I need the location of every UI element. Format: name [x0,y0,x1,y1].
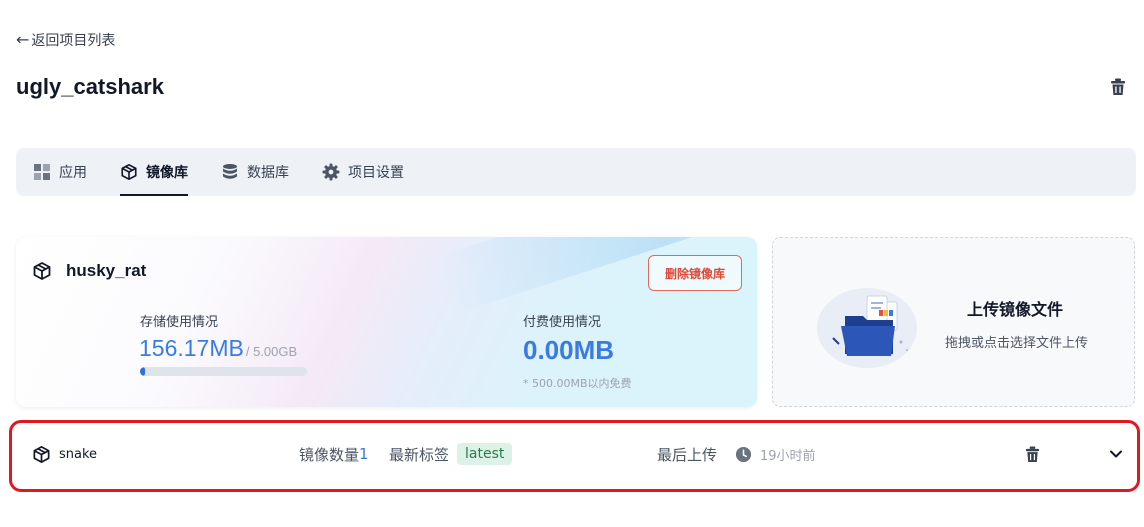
grid-icon [34,164,50,180]
database-icon [223,164,237,179]
registry-name: husky_rat [32,261,146,281]
latest-tag-label: 最新标签 [389,445,450,464]
tab-database[interactable]: 数据库 [221,148,289,196]
cube-icon [121,163,137,181]
gear-icon [322,163,340,181]
storage-progress-bar [140,367,307,376]
cube-icon [33,262,51,280]
image-count: 镜像数量 1 [299,444,369,465]
tab-label: 镜像库 [146,165,188,181]
upload-image-dropzone[interactable]: 上传镜像文件 拖拽或点击选择文件上传 [772,237,1135,407]
image-repo-name-label: snake [59,446,98,462]
image-count-label: 镜像数量 [299,445,360,464]
storage-used: 156.17MB [139,335,244,361]
tab-project-settings[interactable]: 项目设置 [322,148,404,196]
delete-registry-button[interactable]: 删除镜像库 [648,255,742,291]
last-upload-label: 最后上传 [657,445,718,464]
tab-label: 应用 [59,165,87,181]
back-to-projects-link[interactable]: ← 返回项目列表 [16,30,115,50]
back-link-label: 返回项目列表 [31,33,116,49]
tab-label: 项目设置 [348,165,404,181]
image-repo-name: snake [32,445,97,464]
page-title: ugly_catshark [16,74,164,99]
tag-badge: latest [457,443,513,465]
last-upload-time-text: 19小时前 [760,448,816,464]
storage-usage-label: 存储使用情况 [140,315,219,330]
tab-apps[interactable]: 应用 [33,148,87,196]
last-upload-time: 19小时前 [735,445,816,464]
arrow-left-icon: ← [16,30,30,49]
tab-label: 数据库 [247,165,289,181]
storage-limit: / 5.00GB [245,344,298,359]
registry-name-label: husky_rat [66,261,147,280]
chevron-down-icon[interactable] [1109,447,1123,461]
storage-progress-fill [140,367,146,376]
upload-description: 拖拽或点击选择文件上传 [945,336,1089,351]
billing-usage-label: 付费使用情况 [523,315,602,330]
upload-title: 上传镜像文件 [967,300,1064,319]
project-tabs: 应用 镜像库 数据库 项目设置 [16,148,1136,196]
tab-registry[interactable]: 镜像库 [120,148,188,196]
clock-icon [735,446,752,462]
folder-upload-illustration-icon [817,288,917,368]
registry-card: husky_rat 删除镜像库 存储使用情况 156.17MB/ 5.00GB … [16,237,757,407]
free-quota-note: * 500.00MB以内免费 [523,377,632,390]
cube-icon [33,445,50,463]
image-repository-row[interactable]: snake 镜像数量 1 最新标签 latest 最后上传 19小时前 [16,428,1136,480]
trash-icon[interactable] [1110,78,1126,96]
latest-tag: 最新标签 latest [389,443,513,465]
billing-usage-value: 0.00MB [523,335,615,365]
last-upload: 最后上传 19小时前 [657,444,816,465]
image-count-value: 1 [359,445,369,463]
storage-usage-value: 156.17MB/ 5.00GB [139,335,297,362]
trash-icon[interactable] [1025,446,1040,463]
